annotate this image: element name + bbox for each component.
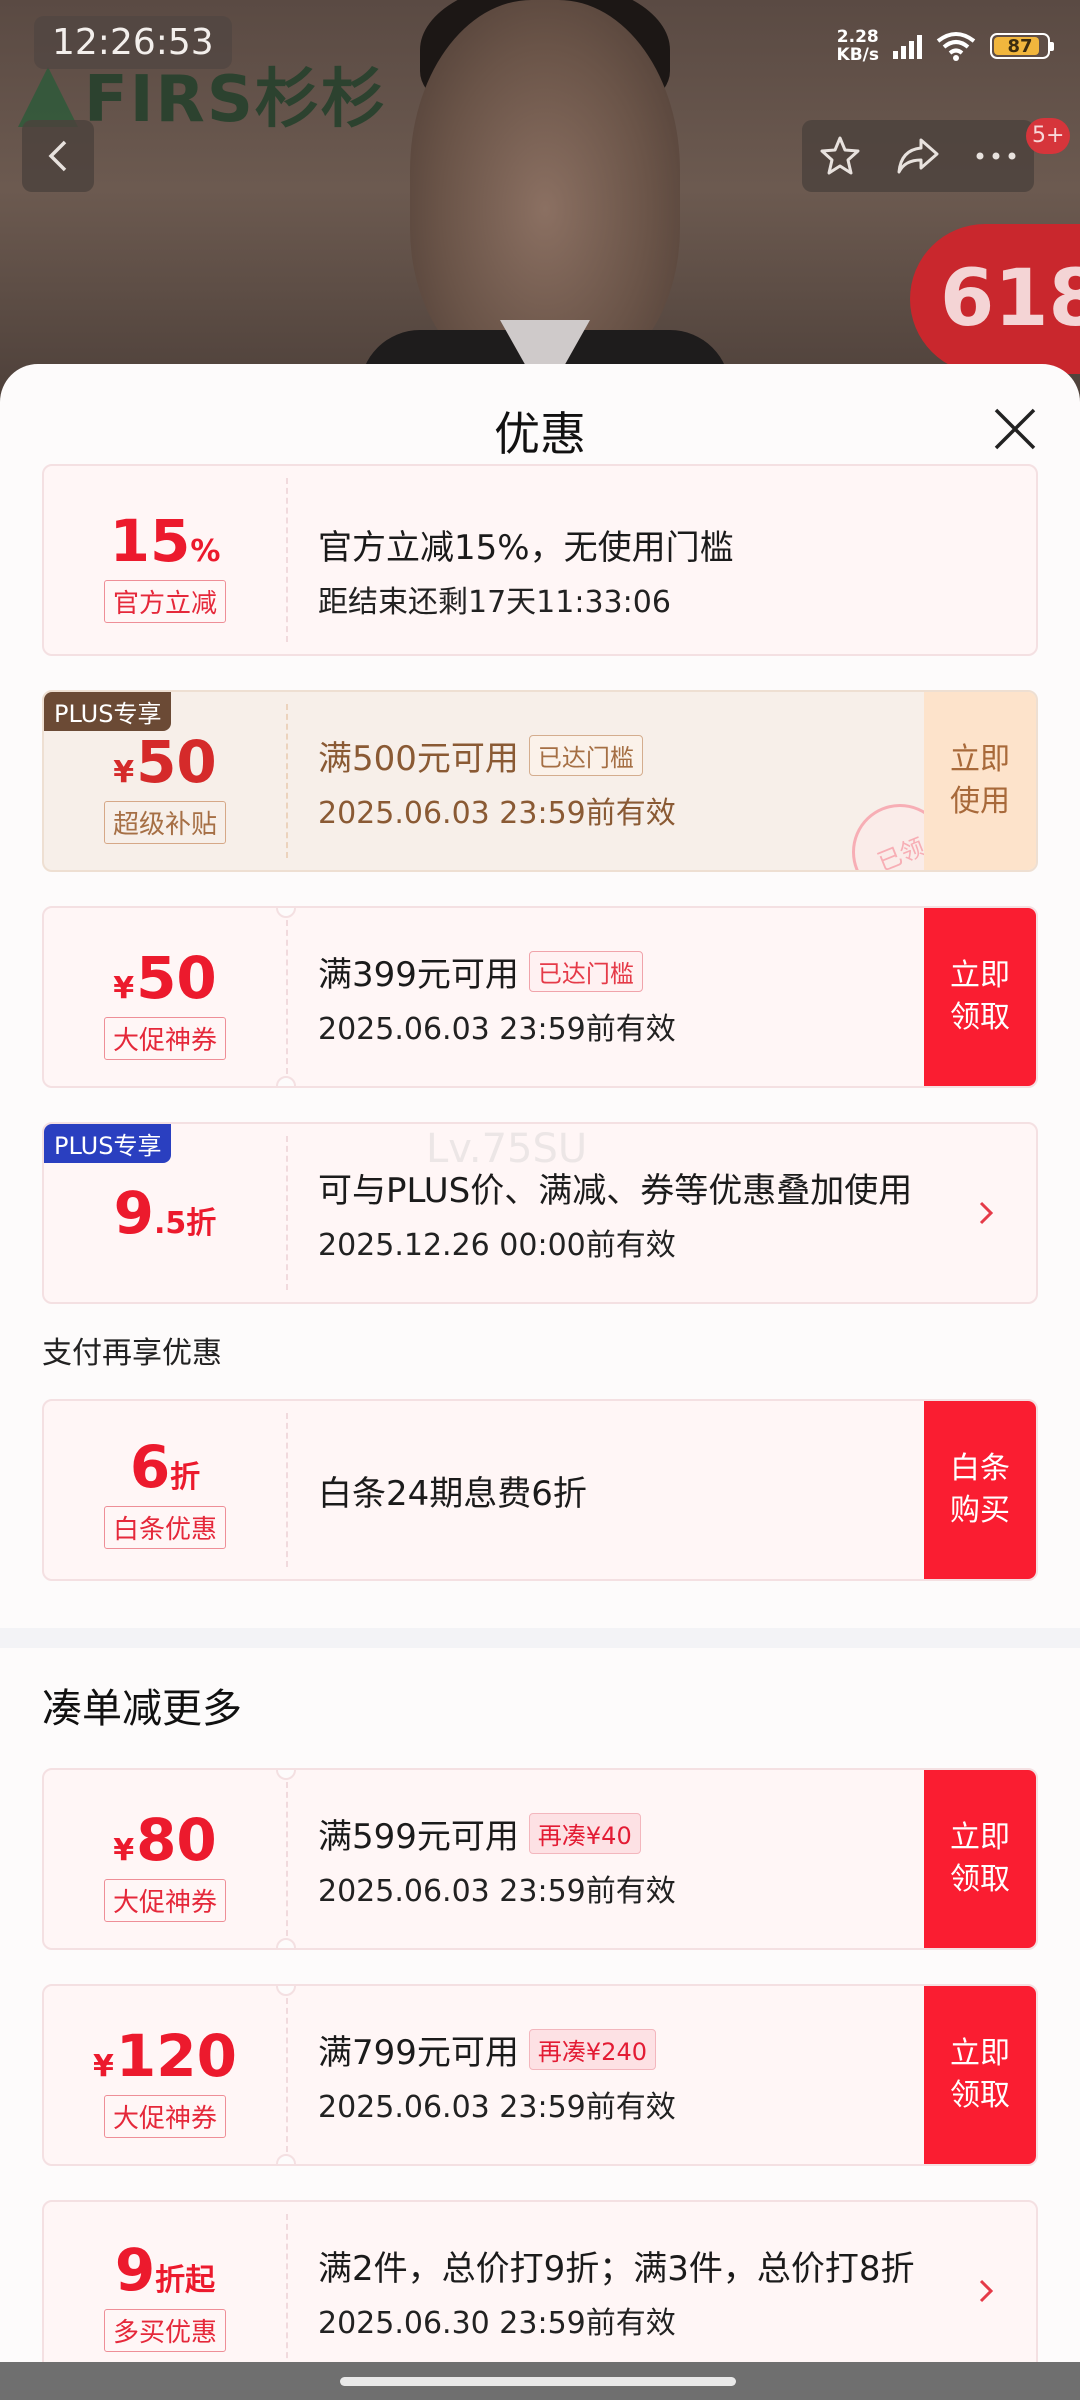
coupon-validity: 2025.06.03 23:59前有效 (318, 795, 676, 831)
coupon-amount: 9 折起 (114, 2235, 216, 2304)
close-icon[interactable] (990, 404, 1040, 454)
add-more-chip: 再凑¥40 (528, 1812, 641, 1854)
coupon-validity: 距结束还剩17天11:33:06 (318, 584, 671, 620)
coupon-validity: 2025.06.30 23:59前有效 (318, 2305, 676, 2341)
discount-sheet: 优惠 15% 官方立减 官方立减15%，无使用门槛 距结束还剩17天11:33:… (0, 364, 1080, 2362)
coupon-amount: 15% (109, 506, 221, 575)
baitiao-buy-button[interactable]: 白条 购买 (924, 1401, 1036, 1579)
coupon-validity: 2025.12.26 00:00前有效 (318, 1227, 676, 1263)
threshold-chip: 已达门槛 (528, 950, 643, 992)
coupon-condition: 满599元可用 再凑¥40 (318, 1809, 916, 1858)
coupon-condition: 满799元可用 再凑¥240 (318, 2025, 916, 2074)
watermark: Lv.75SU (426, 1126, 588, 1172)
claim-now-button[interactable]: 立即 领取 (924, 1770, 1036, 1948)
coupon-validity: 2025.06.03 23:59前有效 (318, 1873, 676, 1909)
coupon-plus-subsidy[interactable]: PLUS专享 ¥50 超级补贴 满500元可用 已达门槛 2025.06.03 2… (42, 690, 1038, 872)
coupon-condition: 满2件，总价打9折；满3件，总价打8折 (318, 2248, 915, 2289)
home-indicator[interactable] (340, 2377, 736, 2386)
more-menu-icon[interactable] (974, 150, 1018, 162)
battery-icon: 87 (990, 33, 1054, 59)
coupon-validity: 2025.06.03 23:59前有效 (318, 2089, 676, 2125)
chevron-right-icon[interactable] (970, 2275, 1002, 2307)
tree-logo-icon (18, 67, 78, 127)
coupon-type-tag: 官方立减 (103, 579, 226, 623)
claim-now-button[interactable]: 立即 领取 (924, 1986, 1036, 2164)
use-now-button[interactable]: 立即 使用 (924, 692, 1036, 870)
coupon-condition: 满500元可用 已达门槛 (318, 731, 916, 780)
coupon-amount: 9.5折 (113, 1179, 217, 1247)
add-more-chip: 再凑¥240 (528, 2028, 656, 2070)
promo-618-badge[interactable]: 618 (910, 224, 1080, 374)
back-button[interactable] (22, 120, 94, 192)
net-speed: 2.28 KB/s (836, 27, 879, 65)
coupon-amount: 6折 (129, 1432, 201, 1501)
payment-section-label: 支付再享优惠 (42, 1336, 222, 1371)
coupon-validity: 2025.06.03 23:59前有效 (318, 1011, 676, 1047)
signal-icon (893, 33, 922, 59)
battery-level: 87 (1007, 35, 1033, 57)
coupon-amount: ¥50 (113, 727, 217, 796)
sheet-title: 优惠 (494, 407, 586, 461)
coupon-amount: ¥80 (113, 1805, 217, 1874)
coupon-type-tag: 大促神券 (103, 2094, 226, 2138)
coupon-condition: 满399元可用 已达门槛 (318, 947, 916, 996)
section-separator (0, 1628, 1080, 1648)
coupon-official-discount[interactable]: 15% 官方立减 官方立减15%，无使用门槛 距结束还剩17天11:33:06 (42, 464, 1038, 656)
coupon-amount: ¥50 (113, 943, 217, 1012)
coupon-type-tag: 多买优惠 (103, 2308, 226, 2352)
coupon-baitiao[interactable]: 6折 白条优惠 白条24期息费6折 白条 购买 (42, 1399, 1038, 1581)
threshold-chip: 已达门槛 (528, 734, 643, 776)
coupon-condition: 官方立减15%，无使用门槛 (318, 527, 734, 568)
coupon-promo-80[interactable]: ¥80 大促神券 满599元可用 再凑¥40 2025.06.03 23:59前有… (42, 1768, 1038, 1950)
coupon-multi-buy[interactable]: 9 折起 多买优惠 满2件，总价打9折；满3件，总价打8折 2025.06.30 … (42, 2200, 1038, 2362)
claim-now-button[interactable]: 立即 领取 (924, 908, 1036, 1086)
coupon-type-tag: 大促神券 (103, 1878, 226, 1922)
more-section-title: 凑单减更多 (42, 1686, 242, 1732)
wifi-icon (936, 31, 976, 61)
chevron-left-icon (48, 140, 67, 172)
status-time: 12:26:53 (34, 16, 232, 69)
coupon-promo-120[interactable]: ¥120 大促神券 满799元可用 再凑¥240 2025.06.03 23:59… (42, 1984, 1038, 2166)
coupon-condition: 可与PLUS价、满减、券等优惠叠加使用 (318, 1170, 913, 1211)
coupon-type-tag: 超级补贴 (103, 800, 226, 844)
chevron-right-icon[interactable] (970, 1197, 1002, 1229)
favorite-star-icon[interactable] (818, 134, 862, 178)
coupon-type-tag: 白条优惠 (103, 1505, 226, 1549)
navigation-bar (0, 2362, 1080, 2400)
top-action-group (802, 120, 1034, 192)
coupon-promo-50[interactable]: ¥50 大促神券 满399元可用 已达门槛 2025.06.03 23:59前有效… (42, 906, 1038, 1088)
share-icon[interactable] (895, 134, 941, 178)
status-bar-right: 2.28 KB/s 87 (836, 27, 1054, 65)
coupon-condition: 白条24期息费6折 (318, 1473, 587, 1514)
message-badge: 5+ (1026, 118, 1071, 154)
coupon-type-tag: 大促神券 (103, 1016, 226, 1060)
coupon-amount: ¥120 (93, 2021, 237, 2090)
